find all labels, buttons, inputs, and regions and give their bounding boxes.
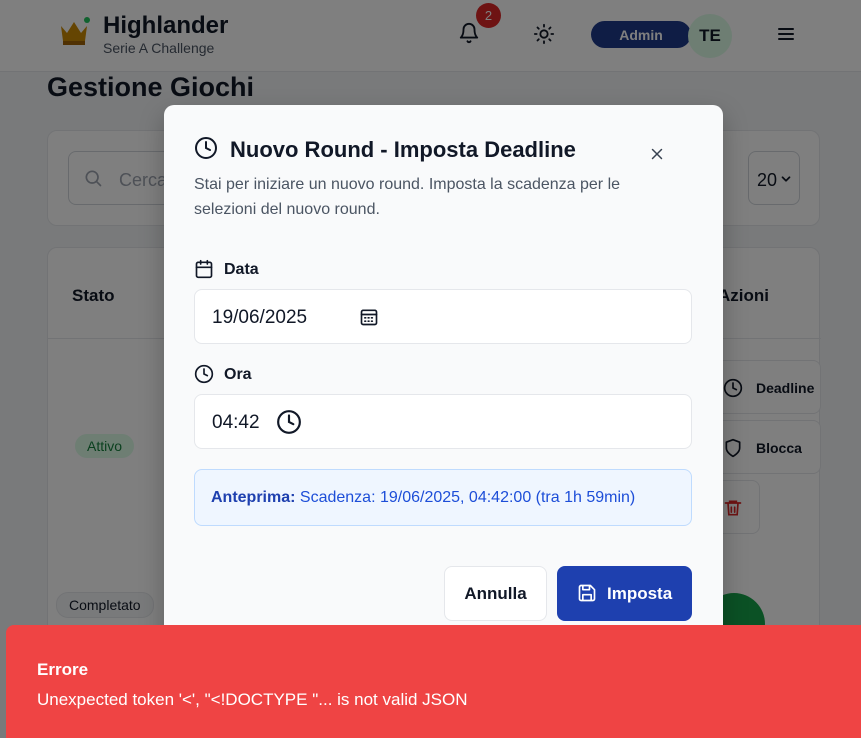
clock-icon: [195, 137, 217, 159]
toast-message: Unexpected token '<', "<!DOCTYPE "... is…: [37, 690, 468, 709]
date-label: Data: [194, 259, 314, 281]
submit-button[interactable]: Imposta: [557, 566, 692, 621]
submit-button-label: Imposta: [607, 584, 673, 603]
time-label-text: Ora: [224, 366, 252, 383]
date-input[interactable]: 19/06/2025: [194, 289, 692, 344]
new-round-dialog: Nuovo Round - Imposta Deadline Stai per …: [164, 105, 723, 650]
dialog-description: Stai per iniziare un nuovo round. Impost…: [194, 176, 621, 218]
dialog-title: Nuovo Round - Imposta Deadline: [230, 137, 576, 162]
time-input[interactable]: 04:42: [194, 394, 692, 449]
calendar-icon: [195, 259, 213, 279]
preview-text: Scadenza: 19/06/2025, 04:42:00 (tra 1h 5…: [299, 489, 636, 506]
error-toast[interactable]: Errore Unexpected token '<', "<!DOCTYPE …: [6, 625, 861, 738]
cancel-button[interactable]: Annulla: [444, 566, 547, 621]
save-icon: [578, 584, 596, 602]
date-value: 19/06/2025: [212, 307, 308, 328]
calendar-picker-icon[interactable]: [359, 307, 379, 327]
close-icon[interactable]: [648, 145, 666, 163]
deadline-preview: Anteprima: Scadenza: 19/06/2025, 04:42:0…: [194, 469, 692, 526]
toast-title: Errore: [37, 660, 89, 679]
time-label: Ora: [194, 364, 314, 386]
preview-label: Anteprima:: [211, 489, 296, 506]
clock-icon: [194, 364, 214, 384]
time-value: 04:42: [212, 412, 260, 433]
clock-picker-icon[interactable]: [276, 409, 302, 435]
date-label-text: Data: [224, 261, 259, 278]
